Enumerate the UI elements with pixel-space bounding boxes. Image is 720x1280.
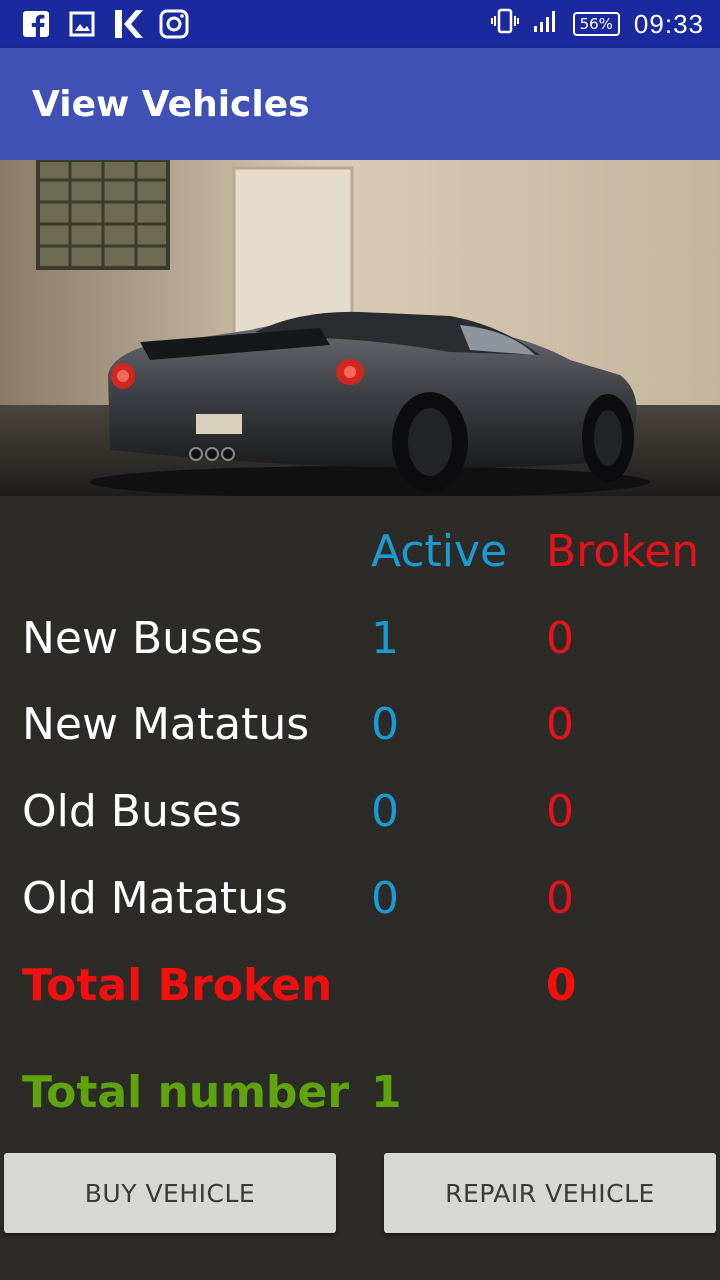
k-app-icon	[112, 8, 144, 40]
total-number-label: Total number	[22, 1067, 350, 1118]
total-broken-label: Total Broken	[22, 960, 333, 1011]
new-matatus-broken-count: 0	[546, 699, 574, 750]
vibrate-icon	[490, 8, 519, 40]
repair-vehicle-button[interactable]: REPAIR VEHICLE	[384, 1153, 716, 1233]
page-title: View Vehicles	[32, 84, 310, 125]
total-number-value: 1	[371, 1067, 402, 1118]
buy-vehicle-button[interactable]: BUY VEHICLE	[4, 1153, 336, 1233]
total-broken-value: 0	[546, 960, 577, 1011]
new-buses-active-count: 1	[371, 613, 399, 664]
row-label-new-matatus: New Matatus	[22, 699, 310, 750]
notification-icons	[20, 8, 190, 40]
app-bar: View Vehicles	[0, 48, 720, 160]
old-matatus-active-count: 0	[371, 873, 399, 924]
column-header-broken: Broken	[546, 526, 700, 577]
new-matatus-active-count: 0	[371, 699, 399, 750]
gallery-icon	[66, 8, 98, 40]
instagram-icon	[158, 8, 190, 40]
old-buses-active-count: 0	[371, 786, 399, 837]
facebook-icon	[20, 8, 52, 40]
column-header-active: Active	[371, 526, 508, 577]
clock: 09:33	[633, 8, 704, 39]
car-photo	[0, 160, 720, 496]
row-label-old-buses: Old Buses	[22, 786, 242, 837]
battery-indicator: 56%	[572, 12, 620, 36]
row-label-old-matatus: Old Matatus	[22, 873, 288, 924]
new-buses-broken-count: 0	[546, 613, 574, 664]
old-matatus-broken-count: 0	[546, 873, 574, 924]
old-buses-broken-count: 0	[546, 786, 574, 837]
system-indicators: 56% 09:33	[490, 0, 704, 48]
signal-icon	[533, 9, 559, 39]
status-bar: 56% 09:33	[0, 0, 720, 48]
row-label-new-buses: New Buses	[22, 613, 263, 664]
